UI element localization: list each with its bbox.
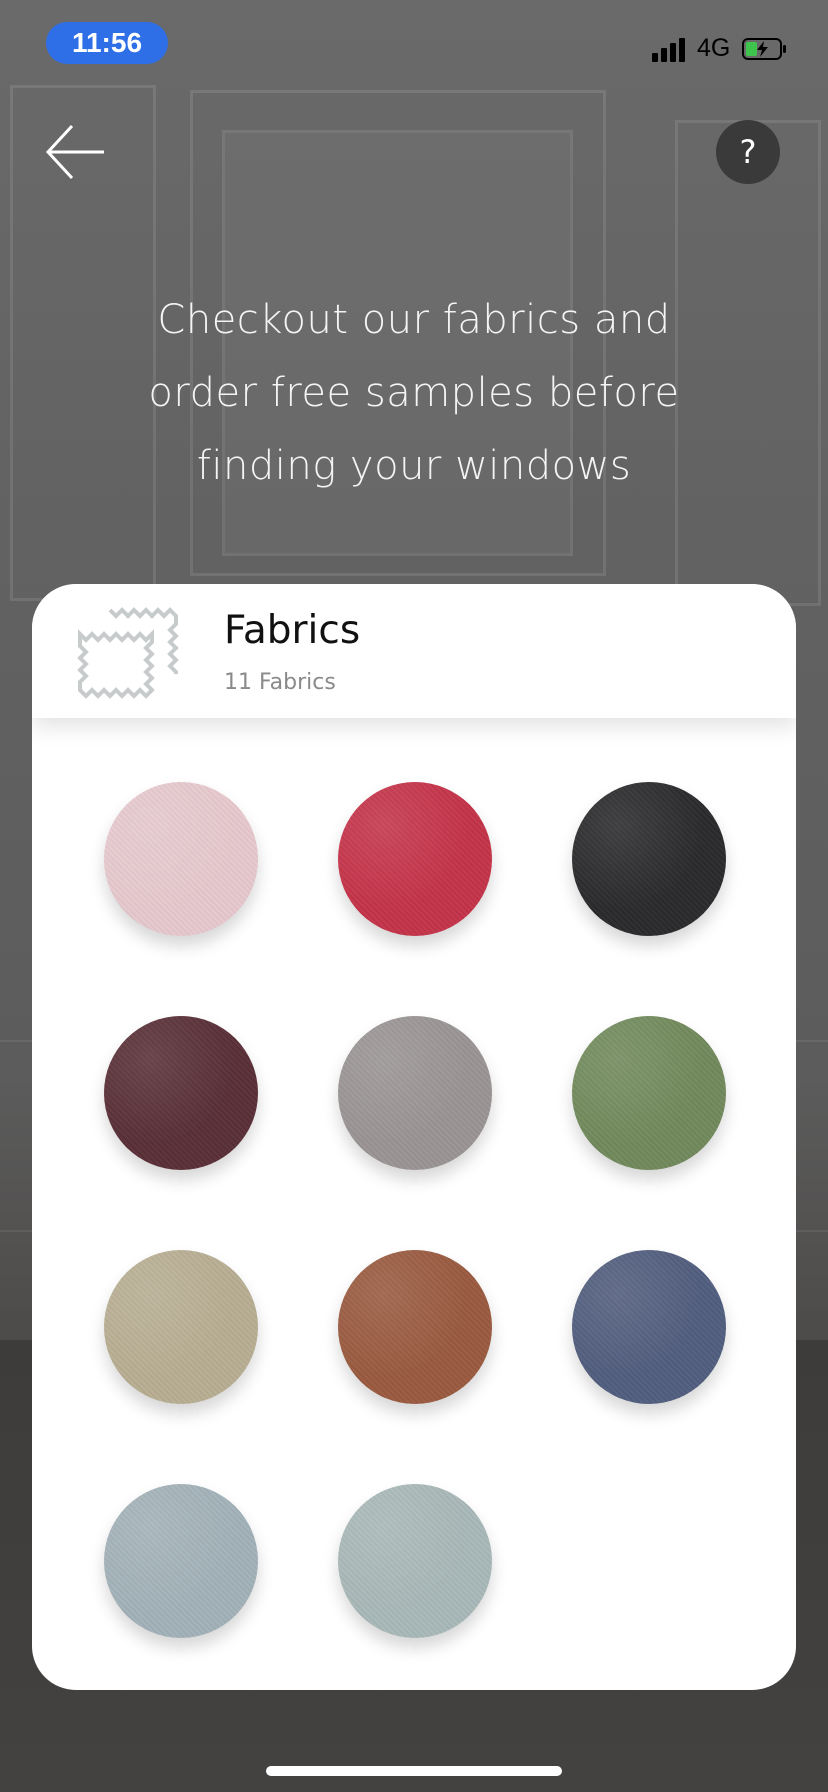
headline-line-2: order free samples before [148,370,680,416]
home-indicator [266,1766,562,1776]
back-button[interactable] [44,120,108,184]
fabric-swatch-light-blue[interactable] [104,1484,258,1638]
fabric-swatch-grid [32,584,796,1690]
status-bar: 11:56 4G [0,0,828,90]
headline: Checkout our fabrics and order free samp… [100,284,728,503]
fabric-swatch-black[interactable] [572,782,726,936]
fabric-swatch-plum[interactable] [104,1016,258,1170]
network-type: 4G [697,34,731,62]
fabric-swatch-red[interactable] [338,782,492,936]
fabric-swatch-mist[interactable] [338,1484,492,1638]
fabric-swatch-grey[interactable] [338,1016,492,1170]
help-button[interactable]: ? [716,120,780,184]
fabrics-card-header: Fabrics 11 Fabrics [32,584,796,718]
battery-charging-icon [742,38,786,60]
fabric-count: 11 Fabrics [224,670,336,695]
fabric-swatch-slate-blue[interactable] [572,1250,726,1404]
fabric-swatch-rust[interactable] [338,1250,492,1404]
arrow-left-icon [45,124,104,180]
status-time: 11:56 [46,22,168,64]
fabric-swatch-icon [77,607,179,699]
cellular-signal-icon [652,36,690,62]
headline-line-1: Checkout our fabrics and [157,297,671,343]
fabric-swatch-pink[interactable] [104,782,258,936]
fabrics-card: Fabrics 11 Fabrics [32,584,796,1690]
headline-line-3: finding your windows [196,443,632,489]
fabric-swatch-beige[interactable] [104,1250,258,1404]
card-title: Fabrics [224,608,361,653]
fabric-swatch-sage-green[interactable] [572,1016,726,1170]
